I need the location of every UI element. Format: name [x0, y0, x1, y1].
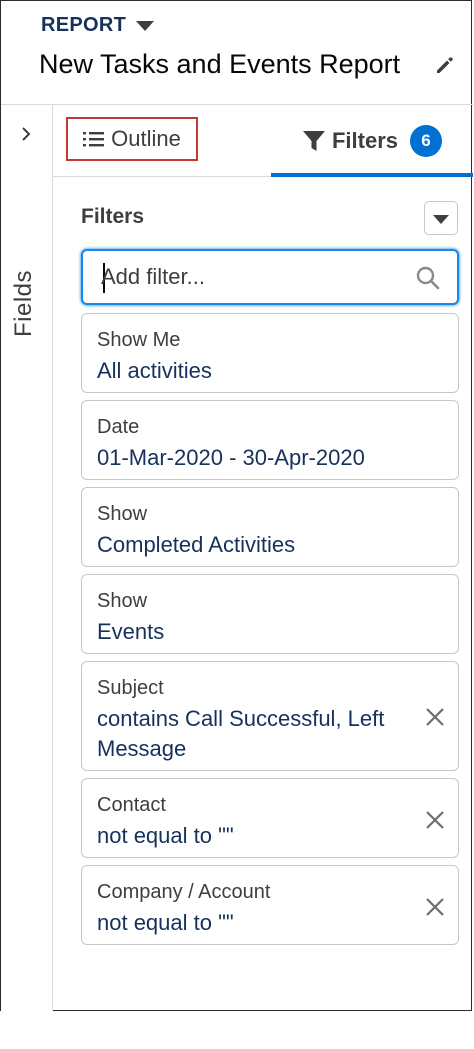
add-filter-input[interactable]	[101, 259, 401, 295]
panel-tabs: Outline Filters 6	[53, 105, 473, 177]
filters-menu-button[interactable]	[424, 201, 458, 235]
filter-value: not equal to ""	[97, 910, 234, 935]
filter-label: Company / Account	[97, 881, 271, 903]
report-header: REPORT New Tasks and Events Report	[1, 1, 473, 105]
report-builder-panel: REPORT New Tasks and Events Report Field…	[0, 0, 473, 1011]
search-icon	[416, 266, 440, 290]
filter-value: 01-Mar-2020 - 30-Apr-2020	[97, 445, 365, 470]
filter-value: contains Call Successful, Left Message	[97, 706, 385, 761]
filter-card-contact[interactable]: Contact not equal to ""	[81, 778, 459, 858]
caret-down-icon	[433, 214, 449, 224]
tab-outline-label: Outline	[111, 126, 181, 151]
filter-label: Show	[97, 503, 148, 525]
filter-card-subject[interactable]: Subject contains Call Successful, Left M…	[81, 661, 459, 771]
close-icon[interactable]	[422, 894, 448, 920]
filter-label: Show	[97, 590, 148, 612]
filter-value: Completed Activities	[97, 532, 296, 557]
tab-filters[interactable]: Filters 6	[271, 105, 473, 176]
funnel-icon	[302, 130, 325, 151]
fields-rail-label: Fields	[10, 269, 37, 337]
filter-card-show-events[interactable]: Show Events	[81, 574, 459, 654]
filter-card-show-completed[interactable]: Show Completed Activities	[81, 487, 459, 567]
report-type-label: REPORT	[41, 14, 127, 36]
report-type-menu[interactable]: REPORT	[41, 14, 155, 37]
filter-label: Show Me	[97, 329, 181, 351]
filter-count-badge: 6	[410, 124, 443, 157]
tab-filters-label: Filters	[331, 127, 399, 153]
close-icon[interactable]	[422, 704, 448, 730]
filter-value: not equal to ""	[97, 823, 234, 848]
tab-outline[interactable]: Outline	[66, 117, 198, 161]
close-icon[interactable]	[422, 807, 448, 833]
caret-down-icon	[136, 20, 155, 31]
list-icon	[83, 132, 105, 147]
pencil-icon[interactable]	[433, 53, 457, 77]
filter-card-show-me[interactable]: Show Me All activities	[81, 313, 459, 393]
filter-label: Contact	[97, 794, 166, 816]
filters-heading: Filters	[81, 205, 145, 228]
fields-rail[interactable]: Fields	[1, 105, 53, 1011]
filter-value: Events	[97, 619, 165, 644]
report-title: New Tasks and Events Report	[39, 49, 401, 79]
filter-label: Subject	[97, 677, 164, 699]
add-filter-search[interactable]	[81, 249, 459, 305]
chevron-right-icon[interactable]	[17, 125, 35, 143]
filter-card-company-account[interactable]: Company / Account not equal to ""	[81, 865, 459, 945]
filter-label: Date	[97, 416, 140, 438]
active-tab-indicator	[271, 173, 473, 177]
filter-card-date[interactable]: Date 01-Mar-2020 - 30-Apr-2020	[81, 400, 459, 480]
filter-value: All activities	[97, 358, 212, 383]
